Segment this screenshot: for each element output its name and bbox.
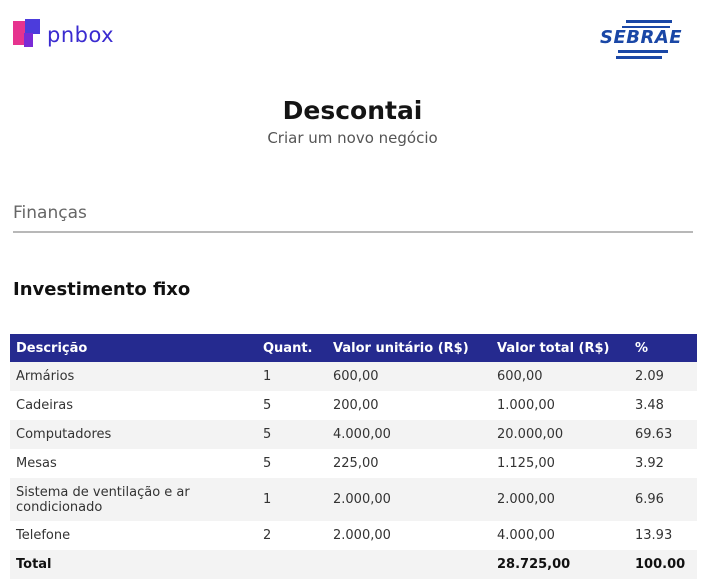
cell-percent: 6.96: [629, 478, 697, 521]
table-row: Computadores 5 4.000,00 20.000,00 69.63: [10, 420, 697, 449]
sebrae-logo-text: SEBRAE: [598, 27, 685, 48]
total-label: Total: [10, 550, 257, 579]
cell-percent: 69.63: [629, 420, 697, 449]
cell-percent: 2.09: [629, 362, 697, 391]
cell-descricao: Computadores: [10, 420, 257, 449]
cell-percent: 3.92: [629, 449, 697, 478]
cell-descricao: Armários: [10, 362, 257, 391]
total-unit-empty: [327, 550, 491, 579]
cell-valor-total: 1.125,00: [491, 449, 629, 478]
cell-valor-unitario: 200,00: [327, 391, 491, 420]
cell-valor-total: 20.000,00: [491, 420, 629, 449]
cell-quant: 1: [257, 478, 327, 521]
table-row: Mesas 5 225,00 1.125,00 3.92: [10, 449, 697, 478]
page-title: Descontai: [282, 96, 423, 125]
cell-quant: 1: [257, 362, 327, 391]
column-header-valor-unitario: Valor unitário (R$): [327, 334, 491, 362]
table-total-row: Total 28.725,00 100.00: [10, 550, 697, 579]
table-row: Telefone 2 2.000,00 4.000,00 13.93: [10, 521, 697, 550]
pnbox-mark-icon: [13, 19, 43, 51]
total-quant-empty: [257, 550, 327, 579]
cell-valor-total: 600,00: [491, 362, 629, 391]
cell-percent: 13.93: [629, 521, 697, 550]
cell-descricao: Sistema de ventilação e ar condicionado: [10, 478, 257, 521]
cell-descricao: Mesas: [10, 449, 257, 478]
table-row: Cadeiras 5 200,00 1.000,00 3.48: [10, 391, 697, 420]
cell-quant: 2: [257, 521, 327, 550]
cell-valor-unitario: 225,00: [327, 449, 491, 478]
column-header-descricao: Descrição: [10, 334, 257, 362]
cell-valor-total: 1.000,00: [491, 391, 629, 420]
cell-valor-unitario: 4.000,00: [327, 420, 491, 449]
cell-valor-total: 4.000,00: [491, 521, 629, 550]
pnbox-logo-text: pnbox: [47, 23, 115, 47]
column-header-valor-total: Valor total (R$): [491, 334, 629, 362]
investment-heading: Investimento fixo: [13, 279, 191, 300]
cell-quant: 5: [257, 391, 327, 420]
cell-valor-total: 2.000,00: [491, 478, 629, 521]
sebrae-logo: SEBRAE: [596, 18, 685, 59]
page-subtitle: Criar um novo negócio: [267, 129, 438, 147]
cell-quant: 5: [257, 420, 327, 449]
cell-quant: 5: [257, 449, 327, 478]
table-header-row: Descrição Quant. Valor unitário (R$) Val…: [10, 334, 697, 362]
cell-descricao: Cadeiras: [10, 391, 257, 420]
total-valor-total: 28.725,00: [491, 550, 629, 579]
column-header-percent: %: [629, 334, 697, 362]
cell-valor-unitario: 2.000,00: [327, 521, 491, 550]
table-row: Armários 1 600,00 600,00 2.09: [10, 362, 697, 391]
section-label: Finanças: [13, 203, 87, 223]
cell-percent: 3.48: [629, 391, 697, 420]
section-divider: [13, 231, 693, 233]
table-row: Sistema de ventilação e ar condicionado …: [10, 478, 697, 521]
cell-valor-unitario: 600,00: [327, 362, 491, 391]
total-percent: 100.00: [629, 550, 697, 579]
pnbox-logo: pnbox: [13, 19, 114, 51]
cell-descricao: Telefone: [10, 521, 257, 550]
investment-table: Descrição Quant. Valor unitário (R$) Val…: [10, 334, 697, 579]
cell-valor-unitario: 2.000,00: [327, 478, 491, 521]
column-header-quant: Quant.: [257, 334, 327, 362]
